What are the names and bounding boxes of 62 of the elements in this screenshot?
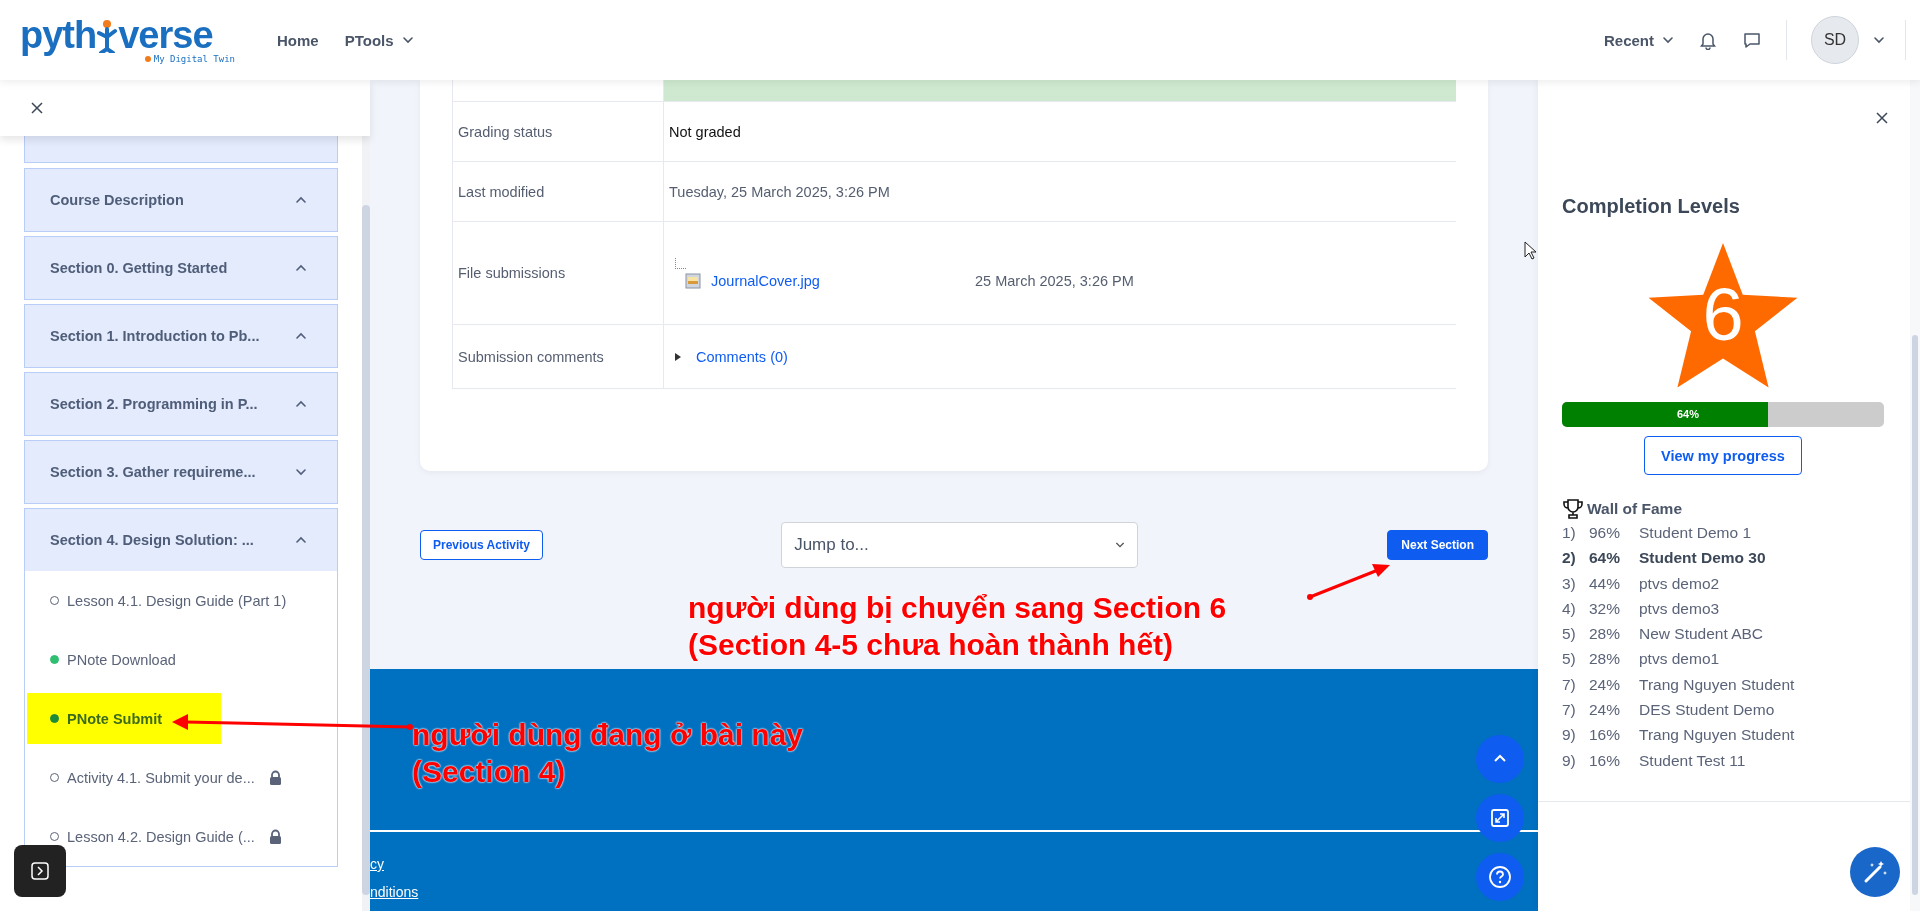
user-avatar[interactable]: SD <box>1811 16 1859 64</box>
panel-title: Completion Levels <box>1562 195 1741 218</box>
leaderboard-entry: 9) 16% Trang Nguyen Student <box>1562 725 1796 746</box>
image-file-icon <box>685 272 701 289</box>
scrollbar[interactable] <box>362 205 370 895</box>
lesson-item[interactable]: PNote Download <box>25 630 337 689</box>
caret-icon[interactable] <box>1873 34 1885 46</box>
leaderboard-entry: 1) 96% Student Demo 1 <box>1562 523 1752 543</box>
file-link[interactable]: JournalCover.jpg <box>711 272 965 289</box>
next-section-button[interactable]: Next Section <box>1387 530 1488 560</box>
comments-link[interactable]: Comments (0) <box>696 348 788 365</box>
leaderboard-entry: 3) 44% ptvs demo2 <box>1562 573 1721 594</box>
tree-line <box>675 257 686 269</box>
nav-link[interactable]: PTools <box>344 31 414 49</box>
bell-icon[interactable] <box>1698 30 1718 50</box>
cell-value: Not graded <box>669 123 741 140</box>
row-label: Submission comments <box>453 325 664 388</box>
lesson-item[interactable]: Lesson 4.1. Design Guide (Part 1) <box>25 571 337 630</box>
leaderboard-entry: 4) 32% ptvs demo3 <box>1562 598 1721 619</box>
recent-menu[interactable]: Recent <box>1603 31 1674 49</box>
jump-to-dropdown[interactable]: Jump to... <box>781 522 1139 568</box>
caret-icon[interactable] <box>401 34 414 46</box>
close-icon[interactable] <box>30 101 44 115</box>
footer-link[interactable]: cy <box>370 856 1538 872</box>
lesson-item[interactable]: PNote Submit <box>27 693 221 744</box>
row-label: Last modified <box>453 162 664 221</box>
row-label: Grading status <box>453 102 664 161</box>
scrollbar[interactable] <box>1912 335 1918 895</box>
lock-icon <box>268 770 282 785</box>
annotation-text: người dùng đang ở bài này (Section 4) <box>412 717 804 790</box>
lesson-item[interactable]: Activity 4.1. Submit your de... <box>25 748 337 807</box>
fullscreen-button[interactable] <box>1476 794 1524 842</box>
lesson-item[interactable]: Lesson 4.2. Design Guide (... <box>25 807 337 866</box>
sidebar-toggle-button[interactable] <box>14 845 66 897</box>
leaderboard-entry: 5) 28% New Student ABC <box>1562 624 1765 645</box>
section-title: Wall of Fame <box>1587 500 1683 518</box>
trophy-icon <box>1562 498 1584 520</box>
logo[interactable]: pyth verse My Digital Twin <box>20 16 235 64</box>
caret-icon <box>1115 540 1126 550</box>
expand-arrow-icon <box>674 351 682 362</box>
magic-wand-button[interactable] <box>1850 847 1900 897</box>
caret-icon[interactable] <box>1662 34 1674 46</box>
nav-link[interactable]: Home <box>277 31 319 49</box>
footer-link[interactable]: nditions <box>370 884 1538 900</box>
close-icon[interactable] <box>1875 111 1889 125</box>
leaderboard-entry: 7) 24% Trang Nguyen Student <box>1562 674 1796 695</box>
file-date: 25 March 2025, 3:26 PM <box>975 272 1134 289</box>
help-button[interactable] <box>1476 853 1524 901</box>
view-progress-button[interactable]: View my progress <box>1644 436 1802 475</box>
chat-icon[interactable] <box>1742 30 1762 50</box>
leaderboard-entry: 7) 24% DES Student Demo <box>1562 700 1776 721</box>
cell-value: Tuesday, 25 March 2025, 3:26 PM <box>669 183 890 200</box>
annotation-text: người dùng bị chuyển sang Section 6 (Section 4-5 chưa hoàn thành hết) <box>688 590 1227 663</box>
expand-icon <box>30 861 50 881</box>
previous-activity-button[interactable]: Previous Activity <box>420 530 543 560</box>
section-header[interactable]: Section 4. Design Solution: ... <box>25 509 337 571</box>
leaderboard-entry: 2) 64% Student Demo 30 <box>1562 548 1767 569</box>
leaderboard-entry: 5) 28% ptvs demo1 <box>1562 649 1721 670</box>
progress-bar: 64% <box>1562 402 1884 427</box>
leaderboard-entry: 9) 16% Student Test 11 <box>1562 750 1747 771</box>
lock-icon <box>268 829 282 844</box>
row-label: File submissions <box>453 222 664 324</box>
